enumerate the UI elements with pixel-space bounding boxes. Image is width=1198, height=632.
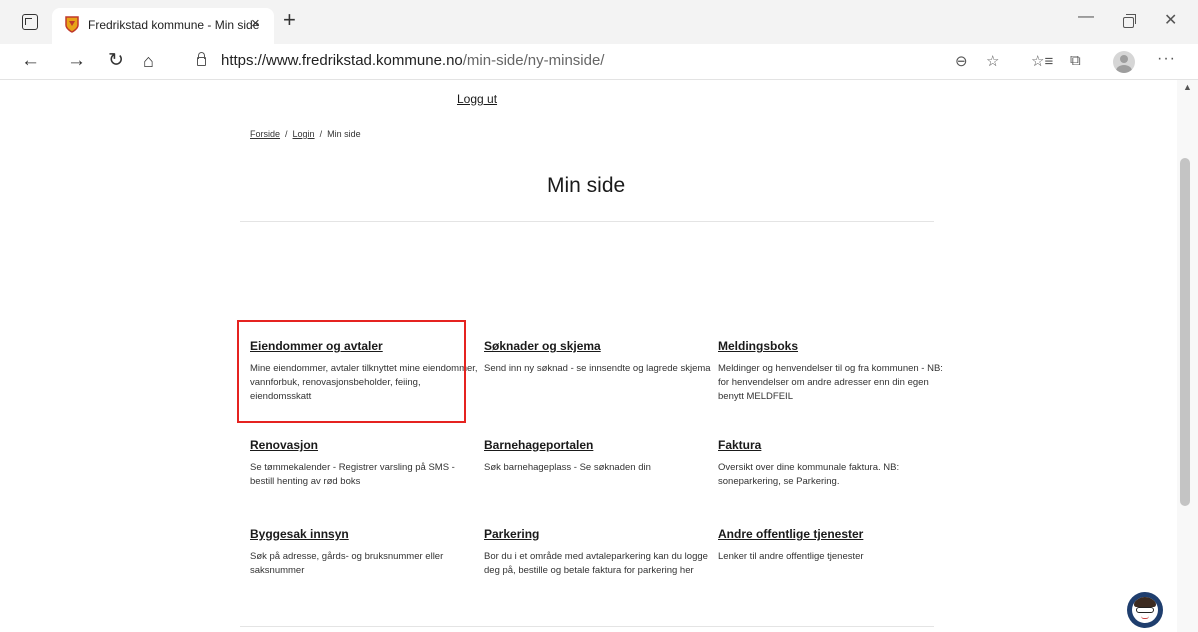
card-title-link[interactable]: Byggesak innsyn <box>250 527 478 541</box>
add-favorite-icon[interactable]: ☆ <box>986 52 999 70</box>
scroll-thumb[interactable] <box>1180 158 1190 506</box>
close-window-icon[interactable]: ✕ <box>1164 10 1177 30</box>
zoom-icon[interactable]: ⊖ <box>955 52 968 70</box>
card-soknader: Søknader og skjema Send inn ny søknad - … <box>484 339 712 376</box>
new-tab-button[interactable]: + <box>283 9 296 31</box>
reload-icon[interactable]: ↻ <box>108 49 124 73</box>
collections-icon[interactable]: ⧉ <box>1070 52 1081 69</box>
forward-icon[interactable]: → <box>67 49 86 73</box>
card-description: Meldinger og henvendelser til og fra kom… <box>718 363 943 402</box>
page-scrollbar[interactable]: ▲ <box>1177 80 1198 632</box>
card-description: Søk barnehageplass - Se søknaden din <box>484 462 651 473</box>
card-title-link[interactable]: Søknader og skjema <box>484 339 712 353</box>
divider <box>240 221 934 222</box>
url-path: /min-side/ny-minside/ <box>462 52 605 69</box>
card-description: Søk på adresse, gårds- og bruksnummer el… <box>250 551 444 576</box>
minimize-window-icon[interactable]: — <box>1078 8 1094 26</box>
more-options-icon[interactable]: ··· <box>1157 50 1176 68</box>
tab-close-icon[interactable]: × <box>251 15 260 32</box>
breadcrumb-login-link[interactable]: Login <box>293 129 315 139</box>
card-description: Lenker til andre offentlige tjenester <box>718 551 864 562</box>
profile-avatar[interactable] <box>1113 51 1135 73</box>
card-byggesak: Byggesak innsyn Søk på adresse, gårds- o… <box>250 527 478 578</box>
fredrikstad-crest-icon <box>65 16 79 33</box>
browser-tab-active[interactable]: Fredrikstad kommune - Min side × <box>52 8 274 44</box>
browser-tab-bar: Fredrikstad kommune - Min side × + — ✕ <box>0 0 1198 44</box>
card-title-link[interactable]: Faktura <box>718 438 946 452</box>
favorites-icon[interactable]: ☆≡ <box>1031 52 1053 70</box>
card-faktura: Faktura Oversikt over dine kommunale fak… <box>718 438 946 489</box>
card-description: Send inn ny søknad - se innsendte og lag… <box>484 363 711 374</box>
chat-avatar-icon <box>1132 597 1158 623</box>
card-title-link[interactable]: Barnehageportalen <box>484 438 712 452</box>
card-meldingsboks: Meldingsboks Meldinger og henvendelser t… <box>718 339 946 404</box>
card-title-link[interactable]: Parkering <box>484 527 712 541</box>
home-icon[interactable]: ⌂ <box>143 49 154 73</box>
restore-window-icon[interactable] <box>1123 14 1136 28</box>
card-title-link[interactable]: Andre offentlige tjenester <box>718 527 946 541</box>
breadcrumb-separator: / <box>285 129 288 139</box>
breadcrumb-home-link[interactable]: Forside <box>250 129 280 139</box>
browser-toolbar: ← → ↻ ⌂ https://www.fredrikstad.kommune.… <box>0 44 1198 80</box>
card-description: Oversikt over dine kommunale faktura. NB… <box>718 462 900 487</box>
breadcrumb-separator: / <box>319 129 323 139</box>
card-renovasjon: Renovasjon Se tømmekalender - Registrer … <box>250 438 478 489</box>
url-host: https://www.fredrikstad.kommune.no <box>221 52 463 69</box>
back-icon[interactable]: ← <box>21 49 40 73</box>
card-parkering: Parkering Bor du i et område med avtalep… <box>484 527 712 578</box>
breadcrumb: Forside / Login / Min side <box>250 129 361 139</box>
card-description: Se tømmekalender - Registrer varsling på… <box>250 462 455 487</box>
page-content: Logg ut Forside / Login / Min side Min side … <box>0 80 1177 632</box>
card-barnehageportalen: Barnehageportalen Søk barnehageplass - S… <box>484 438 712 475</box>
tab-actions-menu-icon[interactable] <box>22 14 38 30</box>
card-andre-tjenester: Andre offentlige tjenester Lenker til an… <box>718 527 946 564</box>
address-bar[interactable]: https://www.fredrikstad.kommune.no/min-s… <box>221 52 604 69</box>
highlight-box <box>237 320 466 423</box>
lock-icon[interactable] <box>197 52 206 66</box>
tab-title: Fredrikstad kommune - Min side <box>88 18 260 32</box>
card-title-link[interactable]: Meldingsboks <box>718 339 946 353</box>
chat-assistant-button[interactable] <box>1127 592 1163 628</box>
breadcrumb-current: Min side <box>327 129 361 139</box>
divider <box>240 626 934 627</box>
card-title-link[interactable]: Renovasjon <box>250 438 478 452</box>
logout-link[interactable]: Logg ut <box>457 92 497 106</box>
card-description: Bor du i et område med avtaleparkering k… <box>484 551 708 576</box>
page-title: Min side <box>547 174 626 197</box>
scroll-up-arrow-icon[interactable]: ▲ <box>1183 82 1192 92</box>
